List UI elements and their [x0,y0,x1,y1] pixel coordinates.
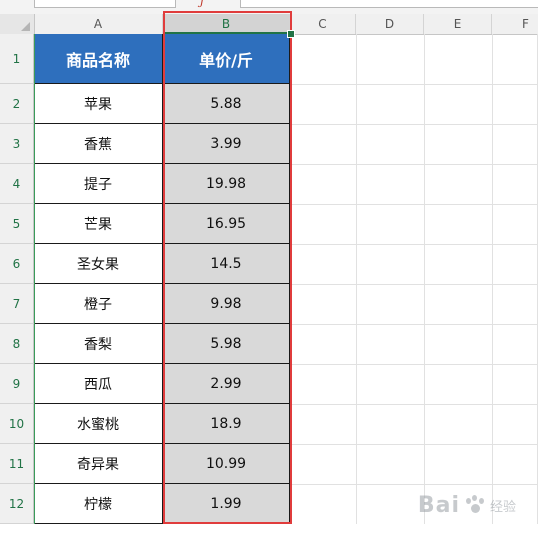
gridline [290,484,538,485]
gridline [290,444,538,445]
row-header-1[interactable]: 1 [0,34,34,84]
cell-price[interactable]: 5.98 [163,324,290,364]
cell-price[interactable]: 5.88 [163,84,290,124]
cell-name[interactable]: 香梨 [34,324,163,364]
cell-name[interactable]: 水蜜桃 [34,404,163,444]
cell-price[interactable]: 2.99 [163,364,290,404]
column-header-a[interactable]: A [34,14,163,34]
gridline [290,324,538,325]
select-all-icon [21,22,30,31]
cell-name[interactable]: 芒果 [34,204,163,244]
cell-price[interactable]: 16.95 [163,204,290,244]
row-header-10[interactable]: 10 [0,404,34,444]
gridline [356,34,357,524]
gridline [290,124,538,125]
name-box[interactable] [34,0,176,8]
fill-handle[interactable] [287,30,295,38]
cell-price[interactable]: 10.99 [163,444,290,484]
column-header-d[interactable]: D [356,14,424,34]
row-header-4[interactable]: 4 [0,164,34,204]
cell-name[interactable]: 柠檬 [34,484,163,524]
paw-icon [464,494,486,517]
gridline [492,34,493,524]
watermark: Bai 经验 [418,493,516,518]
column-header-f[interactable]: F [492,14,538,34]
gridline [424,34,425,524]
row-header-6[interactable]: 6 [0,244,34,284]
cell-price[interactable]: 3.99 [163,124,290,164]
header-cell-price[interactable]: 单价/斤 [163,34,290,84]
gridline [290,284,538,285]
header-cell-name[interactable]: 商品名称 [34,34,163,84]
gridline [290,404,538,405]
cell-name[interactable]: 橙子 [34,284,163,324]
row-header-8[interactable]: 8 [0,324,34,364]
cell-name[interactable]: 奇异果 [34,444,163,484]
column-header-b[interactable]: B [163,14,290,34]
row-header-11[interactable]: 11 [0,444,34,484]
gridline [290,244,538,245]
cell-price[interactable]: 14.5 [163,244,290,284]
select-all-corner[interactable] [0,14,35,35]
cell-name[interactable]: 圣女果 [34,244,163,284]
cell-name[interactable]: 提子 [34,164,163,204]
gridline [290,164,538,165]
column-header-e[interactable]: E [424,14,492,34]
gridline [290,364,538,365]
selection-edge [34,34,35,524]
cell-price[interactable]: 1.99 [163,484,290,524]
function-icon[interactable]: ƒ [200,0,204,8]
watermark-brand: Bai [417,493,460,518]
row-header-3[interactable]: 3 [0,124,34,164]
formula-input[interactable] [240,0,538,8]
cell-price[interactable]: 18.9 [163,404,290,444]
row-header-2[interactable]: 2 [0,84,34,124]
cell-price[interactable]: 19.98 [163,164,290,204]
gridline [290,84,538,85]
row-header-5[interactable]: 5 [0,204,34,244]
row-header-7[interactable]: 7 [0,284,34,324]
gridline [290,204,538,205]
column-header-c[interactable]: C [290,14,356,34]
cell-name[interactable]: 香蕉 [34,124,163,164]
cell-price[interactable]: 9.98 [163,284,290,324]
row-header-9[interactable]: 9 [0,364,34,404]
row-header-12[interactable]: 12 [0,484,34,524]
watermark-sub: 经验 [489,500,516,515]
cell-name[interactable]: 苹果 [34,84,163,124]
spreadsheet: ƒ A B C D E F 1 2 3 4 5 6 7 8 9 10 11 12… [0,0,538,536]
cell-name[interactable]: 西瓜 [34,364,163,404]
